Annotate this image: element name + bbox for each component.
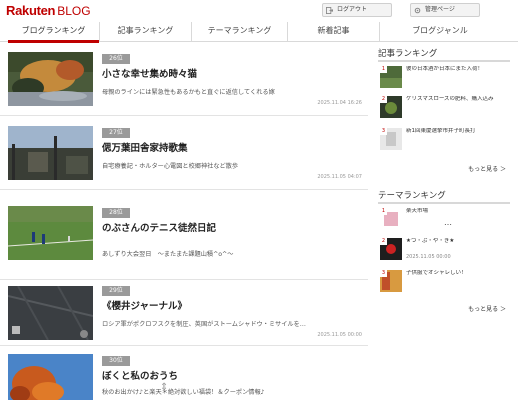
blog-ranking-list: 26位 小さな幸せ集め時々猫 母親のラインには緊急性もあるかもと直ぐに返信してく… — [0, 48, 370, 400]
logout-icon — [326, 7, 333, 14]
admin-page-button[interactable]: 管理ページ — [410, 3, 480, 17]
theme-rank-number: 3 — [380, 270, 387, 277]
rank-badge: 27位 — [102, 128, 130, 138]
global-nav: ブログランキング 記事ランキング テーマランキング 新着記事 ブログジャンル — [0, 22, 518, 43]
article-rank-number: 3 — [380, 128, 387, 135]
entry-title[interactable]: ぼくと私のおうち — [102, 370, 364, 383]
article-rank-number: 1 — [380, 66, 387, 73]
entry-date: 2025.11.05 00:00 — [317, 332, 362, 338]
theme-ranking-item[interactable]: 3 子供服でオシャレしい！ — [380, 270, 508, 298]
ranking-entry[interactable]: 29位 《櫻井ジャーナル》 ロシア軍がポクロフスクを制圧、英国がストームシャドウ… — [0, 280, 368, 346]
tab-blog-genre[interactable]: ブログジャンル — [380, 22, 500, 42]
entry-description[interactable]: あしずり大会翌日 ～またまた課題山積^o^～ — [102, 250, 364, 259]
admin-label: 管理ページ — [425, 6, 455, 13]
theme-ranking-more-link[interactable]: もっと見る ＞ — [468, 304, 506, 313]
tab-blog-ranking[interactable]: ブログランキング — [8, 22, 100, 43]
entry-title[interactable]: のぶさんのテニス徒然日記 — [102, 222, 222, 248]
article-ranking-item[interactable]: 2 ケリスマスローズの肥料、購入込み — [380, 96, 508, 124]
rank-badge: 26位 — [102, 54, 130, 64]
article-ranking-heading: 記事ランキング — [378, 48, 510, 62]
entry-thumbnail[interactable] — [8, 286, 93, 340]
entry-date: 2025.11.05 04:07 — [317, 174, 362, 180]
entry-title[interactable]: 《櫻井ジャーナル》 — [102, 300, 364, 313]
logout-button[interactable]: ログアウト — [322, 3, 392, 17]
theme-more-dots: … — [444, 218, 453, 227]
theme-ranking-item[interactable]: 1 楽天市場 … — [380, 208, 508, 236]
entry-thumbnail[interactable] — [8, 52, 93, 106]
tab-new-articles[interactable]: 新着記事 — [288, 22, 380, 42]
ranking-entry[interactable]: 27位 偲万葉田舎家持歌集 自宅療養記・ホルター心電図と校郷神社など散歩 202… — [0, 122, 368, 190]
entry-thumbnail[interactable] — [8, 126, 93, 180]
article-ranking-item[interactable]: 3 新1回東慶選挙市井子町長打 — [380, 128, 508, 156]
entry-title[interactable]: 偲万葉田舎家持歌集 — [102, 142, 364, 155]
article-ranking-more-link[interactable]: もっと見る ＞ — [468, 164, 506, 173]
logout-label: ログアウト — [337, 6, 368, 13]
ranking-entry[interactable]: 30位 ぼくと私のおうち 秋のお出かけ♪と楽天＊絶対欲しい福袋！＆クーポン情報♪ — [0, 350, 368, 400]
entry-thumbnail[interactable] — [8, 206, 93, 260]
logo-blog-text: BLOG — [57, 4, 91, 18]
theme-rank-number: 2 — [380, 238, 387, 245]
gear-icon — [414, 7, 421, 14]
theme-rank-number: 1 — [380, 208, 387, 215]
entry-date: 2025.11.04 16:26 — [317, 100, 362, 106]
ranking-entry[interactable]: 28位 のぶさんのテニス徒然日記 あしずり大会翌日 ～またまた課題山積^o^～ — [0, 202, 368, 280]
article-title[interactable]: 彼の日本酒が日本にまた入荷！ — [406, 66, 498, 73]
theme-ranking-item[interactable]: 2 ★つ・ぶ・や・き★ 2025.11.05 00:00 — [380, 238, 508, 266]
ranking-entry[interactable]: 26位 小さな幸せ集め時々猫 母親のラインには緊急性もあるかもと直ぐに返信してく… — [0, 48, 368, 116]
tab-article-ranking[interactable]: 記事ランキング — [100, 22, 192, 42]
theme-ranking-heading: テーマランキング — [378, 190, 510, 204]
theme-date: 2025.11.05 00:00 — [406, 254, 451, 260]
rakuten-blog-logo[interactable]: Rakuten BLOG — [6, 2, 91, 20]
rank-badge: 28位 — [102, 208, 130, 218]
entry-description[interactable]: 母親のラインには緊急性もあるかもと直ぐに返信してくれる嫁 — [102, 88, 364, 97]
site-header: Rakuten BLOG ログアウト 管理ページ — [0, 0, 518, 22]
tab-theme-ranking[interactable]: テーマランキング — [192, 22, 288, 42]
entry-description[interactable]: ロシア軍がポクロフスクを制圧、英国がストームシャドウ・ミサイルを… — [102, 320, 364, 329]
entry-thumbnail[interactable] — [8, 354, 93, 400]
article-ranking-item[interactable]: 1 彼の日本酒が日本にまた入荷！ — [380, 66, 508, 94]
rank-badge: 29位 — [102, 286, 130, 296]
rank-badge: 30位 — [102, 356, 130, 366]
theme-title[interactable]: 楽天市場 — [406, 208, 498, 215]
entry-title[interactable]: 小さな幸せ集め時々猫 — [102, 68, 364, 81]
article-title[interactable]: 新1回東慶選挙市井子町長打 — [406, 128, 498, 135]
logo-rakuten-text: Rakuten — [6, 3, 56, 18]
entry-description[interactable]: 秋のお出かけ♪と楽天＊絶対欲しい福袋！＆クーポン情報♪ — [102, 388, 364, 397]
theme-title[interactable]: ★つ・ぶ・や・き★ — [406, 238, 498, 245]
article-title[interactable]: ケリスマスローズの肥料、購入込み — [406, 96, 498, 103]
article-rank-number: 2 — [380, 96, 387, 103]
entry-description[interactable]: 自宅療養記・ホルター心電図と校郷神社など散歩 — [102, 162, 364, 171]
theme-title[interactable]: 子供服でオシャレしい！ — [406, 270, 498, 277]
scroll-handle-icon[interactable]: ⇕ — [160, 382, 168, 393]
